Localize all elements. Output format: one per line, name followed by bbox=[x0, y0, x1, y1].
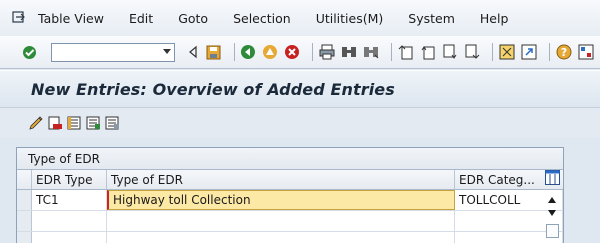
help-icon[interactable]: ? bbox=[556, 44, 572, 61]
create-session-icon[interactable] bbox=[499, 44, 515, 61]
find-next-icon[interactable] bbox=[363, 44, 379, 61]
first-page-icon[interactable] bbox=[398, 44, 414, 61]
menu-utilities[interactable]: Utilities(M) bbox=[316, 11, 384, 26]
menu-help[interactable]: Help bbox=[480, 11, 509, 26]
type-of-edr-input[interactable]: Highway toll Collection bbox=[107, 190, 455, 210]
svg-text:?: ? bbox=[561, 46, 567, 59]
content-area: Type of EDR EDR Type Type of EDR EDR Cat… bbox=[0, 138, 600, 243]
toolbar-separator bbox=[492, 43, 494, 61]
toolbar-separator bbox=[312, 43, 314, 61]
last-page-icon[interactable] bbox=[464, 44, 480, 61]
title-bar: New Entries: Overview of Added Entries bbox=[0, 70, 600, 108]
edr-type-cell[interactable] bbox=[32, 232, 107, 243]
table-control: Type of EDR EDR Type Type of EDR EDR Cat… bbox=[16, 147, 564, 243]
scroll-up-icon[interactable] bbox=[548, 197, 556, 203]
layout-menu-icon[interactable] bbox=[578, 44, 594, 61]
chevron-down-icon[interactable] bbox=[162, 48, 171, 54]
collapse-left-icon[interactable] bbox=[185, 44, 200, 61]
row-selector[interactable] bbox=[17, 232, 32, 243]
table-row bbox=[17, 232, 563, 243]
column-header-type-of-edr[interactable]: Type of EDR bbox=[107, 170, 455, 189]
menu-bar: Table View Edit Goto Selection Utilities… bbox=[0, 0, 600, 36]
page-title: New Entries: Overview of Added Entries bbox=[31, 79, 395, 99]
display-change-icon[interactable] bbox=[27, 115, 44, 132]
type-of-edr-input[interactable] bbox=[107, 232, 455, 243]
next-page-icon[interactable] bbox=[442, 44, 458, 61]
table-header: EDR Type Type of EDR EDR Categ... bbox=[17, 170, 563, 190]
toolbar-separator bbox=[549, 43, 551, 61]
menu-system[interactable]: System bbox=[408, 11, 455, 26]
type-of-edr-input[interactable] bbox=[107, 211, 455, 231]
scrollbar-thumb[interactable] bbox=[546, 224, 559, 238]
select-block-icon[interactable] bbox=[84, 115, 101, 132]
row-selector[interactable] bbox=[17, 211, 32, 231]
edr-category-cell[interactable]: TOLLCOLL bbox=[455, 190, 563, 210]
standard-toolbar: ? bbox=[0, 36, 600, 69]
table-settings-icon[interactable] bbox=[545, 170, 560, 185]
previous-page-icon[interactable] bbox=[420, 44, 436, 61]
row-selector[interactable] bbox=[17, 190, 32, 210]
edr-type-cell[interactable] bbox=[32, 211, 107, 231]
menu-goto[interactable]: Goto bbox=[178, 11, 208, 26]
back-icon[interactable] bbox=[240, 44, 256, 61]
column-header-edr-type[interactable]: EDR Type bbox=[32, 170, 107, 189]
toolbar-separator bbox=[233, 43, 235, 61]
edr-type-cell[interactable]: TC1 bbox=[32, 190, 107, 210]
menu-selection[interactable]: Selection bbox=[233, 11, 291, 26]
enter-check-icon[interactable] bbox=[22, 44, 37, 61]
command-field[interactable] bbox=[51, 42, 175, 62]
menu-edit[interactable]: Edit bbox=[129, 11, 153, 26]
print-icon[interactable] bbox=[319, 44, 335, 61]
select-all-icon[interactable] bbox=[65, 115, 82, 132]
scroll-down-icon[interactable] bbox=[548, 210, 556, 216]
exit-icon[interactable] bbox=[262, 44, 278, 61]
table-row bbox=[17, 211, 563, 232]
menu-table-view[interactable]: Table View bbox=[38, 11, 104, 26]
shortcut-icon[interactable] bbox=[521, 44, 537, 61]
table-row: TC1 Highway toll Collection TOLLCOLL bbox=[17, 190, 563, 211]
application-toolbar bbox=[0, 108, 600, 138]
delete-icon[interactable] bbox=[46, 115, 63, 132]
cancel-icon[interactable] bbox=[284, 44, 300, 61]
sap-menu-icon[interactable] bbox=[12, 11, 26, 25]
find-icon[interactable] bbox=[341, 44, 357, 61]
table-body: TC1 Highway toll Collection TOLLCOLL bbox=[17, 190, 563, 243]
toolbar-separator bbox=[391, 43, 393, 61]
table-title: Type of EDR bbox=[17, 148, 563, 170]
save-icon[interactable] bbox=[206, 44, 221, 61]
select-all-cell[interactable] bbox=[17, 170, 32, 189]
deselect-all-icon[interactable] bbox=[103, 115, 120, 132]
